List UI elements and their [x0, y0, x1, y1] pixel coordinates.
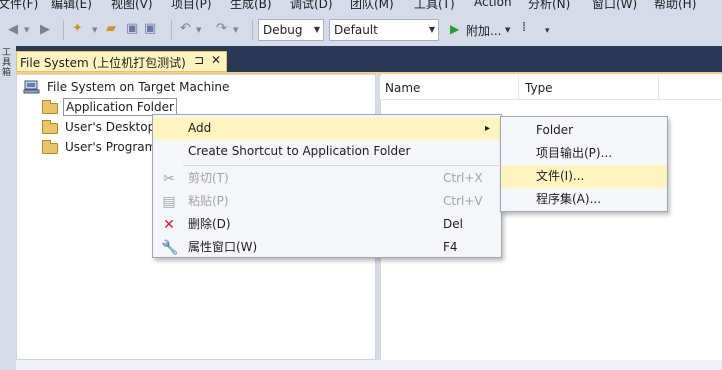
menu-item-shortcut: Del: [443, 217, 463, 231]
menu-item-label: 剪切(T): [188, 171, 229, 185]
menu-help[interactable]: 帮助(H): [654, 0, 696, 12]
menu-item-label: Folder: [536, 123, 574, 137]
submenu-item-project-output[interactable]: 项目输出(P)...: [501, 142, 667, 165]
menu-view[interactable]: 视图(V): [111, 0, 153, 12]
folder-icon: [41, 120, 59, 134]
menu-item-label: 粘贴(P): [188, 194, 229, 208]
menu-item-shortcut: Ctrl+X: [443, 171, 483, 185]
red-x-icon: ✕: [163, 217, 175, 233]
submenu-arrow-icon: ▸: [485, 123, 491, 134]
menu-action[interactable]: Action: [474, 0, 512, 9]
toolbar-separator: [63, 20, 64, 40]
submenu-item-file[interactable]: 文件(I)...: [501, 165, 667, 188]
undo-dropdown-icon[interactable]: ▼: [196, 23, 201, 37]
menu-item-create-shortcut[interactable]: Create Shortcut to Application Folder: [153, 140, 501, 163]
attach-button[interactable]: 附加...: [466, 22, 501, 39]
toolbar-options-icon[interactable]: ▾: [545, 24, 550, 38]
menu-item-label: 程序集(A)...: [536, 192, 602, 206]
bottom-strip: [16, 360, 722, 370]
platform-combo[interactable]: Default ▼: [329, 19, 439, 41]
folder-icon: [41, 140, 59, 154]
tree-root-label: File System on Target Machine: [47, 80, 230, 94]
menu-item-label: 属性窗口(W): [188, 240, 258, 254]
column-type[interactable]: Type: [525, 81, 553, 95]
menu-item-properties[interactable]: 🔧 属性窗口(W) F4: [153, 236, 501, 259]
menu-tools[interactable]: 工具(T): [414, 0, 455, 12]
menu-team[interactable]: 团队(M): [350, 0, 394, 12]
tree-item-label: User's Desktop: [65, 120, 156, 134]
menu-window[interactable]: 窗口(W): [592, 0, 637, 12]
configuration-value: Debug: [263, 23, 303, 37]
save-icon[interactable]: ▣: [126, 22, 138, 36]
menu-analyze[interactable]: 分析(N): [528, 0, 570, 12]
play-icon[interactable]: ▶: [450, 22, 459, 36]
chevron-down-icon: ▼: [428, 25, 435, 34]
menu-item-delete[interactable]: ✕ 删除(D) Del: [153, 213, 501, 236]
menu-item-label: 文件(I)...: [536, 169, 585, 183]
close-icon[interactable]: ✕: [211, 53, 221, 67]
submenu-item-assembly[interactable]: 程序集(A)...: [501, 188, 667, 211]
tab-file-system[interactable]: File System (上位机打包测试) ⊐ ✕: [16, 51, 227, 72]
redo-icon[interactable]: ↷: [216, 22, 227, 36]
menu-build[interactable]: 生成(B): [230, 0, 272, 12]
menu-item-label: 项目输出(P)...: [536, 146, 613, 160]
menu-item-add[interactable]: Add ▸: [153, 117, 501, 140]
column-separator[interactable]: [658, 76, 659, 100]
redo-dropdown-icon[interactable]: ▼: [233, 23, 238, 37]
back-dropdown-icon[interactable]: ▼: [24, 23, 29, 37]
open-folder-icon[interactable]: ▰: [106, 22, 116, 36]
menu-item-label: Add: [188, 121, 212, 135]
folder-icon: [41, 100, 59, 114]
back-icon[interactable]: ◀: [8, 23, 18, 37]
tab-title: File System (上位机打包测试): [20, 56, 186, 70]
menu-debug[interactable]: 调试(D): [290, 0, 333, 12]
menu-item-paste: ▤ 粘贴(P) Ctrl+V: [153, 190, 501, 213]
configuration-combo[interactable]: Debug ▼: [258, 19, 324, 41]
new-project-icon[interactable]: ✦: [72, 22, 83, 36]
toolbox-strip[interactable]: 工具箱: [0, 46, 16, 370]
toolbar-more-icon[interactable]: ⁞: [522, 21, 526, 35]
wrench-icon: 🔧: [161, 240, 179, 256]
tree-root[interactable]: File System on Target Machine: [23, 78, 323, 96]
menu-item-label: 删除(D): [188, 217, 231, 231]
add-submenu: Folder 项目输出(P)... 文件(I)... 程序集(A)...: [500, 116, 668, 212]
column-name[interactable]: Name: [385, 81, 420, 95]
toolbox-label: 工具箱: [2, 48, 12, 78]
undo-icon[interactable]: ↶: [180, 22, 191, 36]
menu-item-cut: ✂ 剪切(T) Ctrl+X: [153, 167, 501, 190]
scissors-icon: ✂: [163, 171, 175, 187]
menu-item-shortcut: F4: [443, 240, 458, 254]
menu-separator: [183, 165, 499, 166]
menu-edit[interactable]: 编辑(E): [51, 0, 92, 12]
menu-project[interactable]: 项目(P): [171, 0, 212, 12]
computer-icon: [23, 80, 41, 94]
submenu-item-folder[interactable]: Folder: [501, 119, 667, 142]
column-separator[interactable]: [518, 76, 519, 100]
list-header: Name Type: [380, 76, 722, 100]
attach-dropdown-icon[interactable]: ▼: [505, 23, 510, 37]
context-menu: Add ▸ Create Shortcut to Application Fol…: [152, 114, 502, 258]
menu-bar: 文件(F) 编辑(E) 视图(V) 项目(P) 生成(B) 调试(D) 团队(M…: [0, 0, 722, 12]
save-all-icon[interactable]: ▣: [144, 22, 156, 36]
clipboard-icon: ▤: [162, 194, 176, 210]
menu-item-label: Create Shortcut to Application Folder: [188, 144, 411, 158]
pin-icon[interactable]: ⊐: [194, 53, 204, 67]
toolbar: ◀ ▼ ▶ ✦ ▼ ▰ ▣ ▣ ↶ ▼ ↷ ▼ Debug ▼ Default …: [0, 12, 722, 46]
chevron-down-icon: ▼: [313, 25, 320, 34]
platform-value: Default: [334, 23, 378, 37]
menu-file[interactable]: 文件(F): [0, 0, 38, 12]
toolbar-separator: [171, 20, 172, 40]
menu-item-shortcut: Ctrl+V: [443, 194, 483, 208]
forward-icon[interactable]: ▶: [40, 23, 50, 37]
toolbar-separator: [252, 20, 253, 40]
new-dropdown-icon[interactable]: ▼: [92, 23, 97, 37]
